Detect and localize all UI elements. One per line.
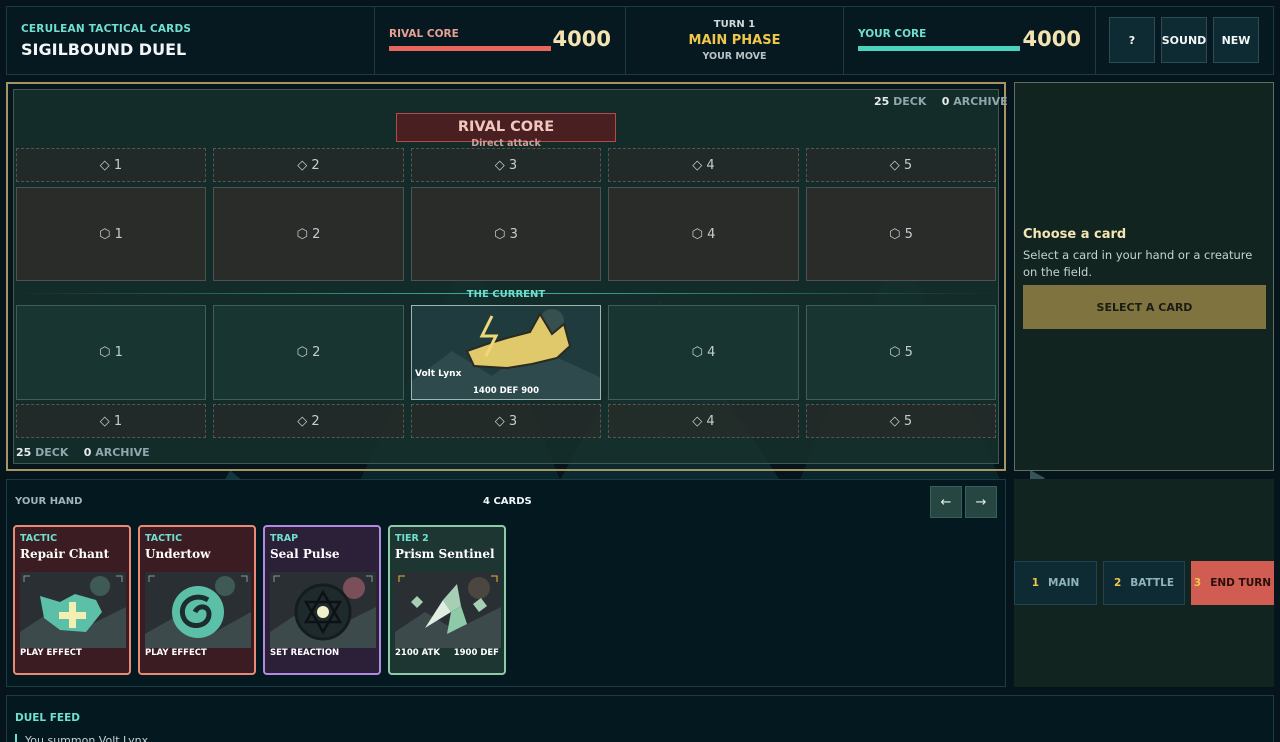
rival-creature-slot[interactable]: ⬡ 5 xyxy=(806,187,996,281)
rival-core-value: 4000 xyxy=(552,27,611,51)
turn-number: TURN 1 xyxy=(713,19,756,30)
top-bar: CERULEAN TACTICAL CARDS SIGILBOUND DUEL … xyxy=(6,6,1274,75)
your-core-meter: YOUR CORE 4000 xyxy=(844,7,1096,74)
creature-name: Volt Lynx xyxy=(415,369,462,379)
rival-archive-label: ARCHIVE xyxy=(953,95,1008,108)
creature-stats: 1400 DEF 900 xyxy=(473,386,539,396)
current-label: THE CURRENT xyxy=(466,289,546,300)
rival-deck-info: 25 DECK 0 ARCHIVE xyxy=(874,95,1008,108)
card-name: Prism Sentinel xyxy=(395,547,495,561)
player-archive-count: 0 xyxy=(83,446,92,459)
rival-deck-label: DECK xyxy=(893,95,927,108)
your-core-value: 4000 xyxy=(1022,27,1081,51)
rival-core-label: RIVAL CORE xyxy=(389,28,459,40)
player-support-slot[interactable]: ◇ 5 xyxy=(806,404,996,438)
player-deck-info: 25 DECK 0 ARCHIVE xyxy=(16,446,150,459)
swirl-icon xyxy=(145,572,251,648)
hand-label: YOUR HAND xyxy=(15,496,83,507)
player-support-slot[interactable]: ◇ 1 xyxy=(16,404,206,438)
hand-card-seal-pulse[interactable]: TRAP Seal Pulse SET REACTION xyxy=(263,525,381,675)
active-player: YOUR MOVE xyxy=(702,51,767,62)
card-footer: SET REACTION xyxy=(270,648,374,658)
rival-creature-slot[interactable]: ⬡ 4 xyxy=(608,187,799,281)
help-button[interactable]: ? xyxy=(1109,17,1155,63)
player-creature-slot[interactable]: ⬡ 5 xyxy=(806,305,996,400)
hand-card-prism-sentinel[interactable]: TIER 2 Prism Sentinel 2100 ATK 1900 DEF xyxy=(388,525,506,675)
brand-subtitle: CERULEAN TACTICAL CARDS xyxy=(21,23,192,35)
feed-label: DUEL FEED xyxy=(15,712,80,724)
card-type: TACTIC xyxy=(145,533,183,544)
card-type: TACTIC xyxy=(20,533,58,544)
phase-label: END TURN xyxy=(1210,577,1272,589)
phase-battle-button[interactable]: 2 BATTLE xyxy=(1103,561,1185,605)
prism-icon xyxy=(395,572,501,648)
rival-support-slot[interactable]: ◇ 5 xyxy=(806,148,996,182)
player-support-slot[interactable]: ◇ 2 xyxy=(213,404,404,438)
card-type: TIER 2 xyxy=(395,533,429,544)
rival-support-slot[interactable]: ◇ 1 xyxy=(16,148,206,182)
action-help-text: Select a card in your hand or a creature… xyxy=(1023,248,1253,279)
phase-number: 1 xyxy=(1031,577,1040,589)
current-phase: MAIN PHASE xyxy=(688,33,781,48)
rival-creature-slot[interactable]: ⬡ 1 xyxy=(16,187,206,281)
hand-prev-button[interactable]: ← xyxy=(930,486,962,518)
rival-deck-count: 25 xyxy=(874,95,890,108)
hand-count: 4 CARDS xyxy=(483,496,532,507)
player-creature-slot[interactable]: ⬡ 1 xyxy=(16,305,206,400)
rival-core-meter: RIVAL CORE 4000 xyxy=(375,7,626,74)
card-footer-right: 1900 DEF xyxy=(453,648,499,658)
player-support-slot[interactable]: ◇ 4 xyxy=(608,404,799,438)
repair-icon xyxy=(20,572,126,648)
player-support-slot[interactable]: ◇ 3 xyxy=(411,404,601,438)
rival-core-bar xyxy=(389,46,551,51)
hand-card-repair-chant[interactable]: TACTIC Repair Chant PLAY EFFECT xyxy=(13,525,131,675)
card-footer-left: PLAY EFFECT xyxy=(145,648,207,658)
card-footer-left: 2100 ATK xyxy=(395,648,440,658)
player-creature-slot[interactable]: ⬡ 4 xyxy=(608,305,799,400)
sound-button[interactable]: SOUND xyxy=(1161,17,1207,63)
creature-card-volt-lynx[interactable]: Volt Lynx 1400 DEF 900 xyxy=(411,305,601,400)
card-name: Undertow xyxy=(145,547,211,561)
card-footer-left: SET REACTION xyxy=(270,648,340,658)
player-deck-count: 25 xyxy=(16,446,32,459)
end-turn-button[interactable]: 3 END TURN xyxy=(1191,561,1274,605)
feed-entry: You summon Volt Lynx. xyxy=(15,734,152,742)
player-archive-label: ARCHIVE xyxy=(95,446,150,459)
card-footer: PLAY EFFECT xyxy=(145,648,249,658)
duel-feed: DUEL FEED You summon Volt Lynx. xyxy=(6,695,1274,742)
phase-number: 2 xyxy=(1113,577,1122,589)
brand: CERULEAN TACTICAL CARDS SIGILBOUND DUEL xyxy=(7,7,375,74)
player-deck-label: DECK xyxy=(35,446,69,459)
card-footer: PLAY EFFECT xyxy=(20,648,124,658)
rival-creature-slot[interactable]: ⬡ 2 xyxy=(213,187,404,281)
rival-support-slot[interactable]: ◇ 2 xyxy=(213,148,404,182)
hand-card-undertow[interactable]: TACTIC Undertow PLAY EFFECT xyxy=(138,525,256,675)
card-name: Repair Chant xyxy=(20,547,110,561)
hand-panel: YOUR HAND 4 CARDS ← → TACTIC Repair Chan… xyxy=(6,479,1006,687)
phase-number: 3 xyxy=(1193,577,1202,589)
hand-next-button[interactable]: → xyxy=(965,486,997,518)
select-card-button[interactable]: SELECT A CARD xyxy=(1023,285,1266,329)
phase-label: MAIN xyxy=(1048,577,1080,589)
new-game-button[interactable]: NEW xyxy=(1213,17,1259,63)
phase-label: BATTLE xyxy=(1130,577,1175,589)
phase-main-button[interactable]: 1 MAIN xyxy=(1014,561,1097,605)
card-footer: 2100 ATK 1900 DEF xyxy=(395,648,499,658)
action-title: Choose a card xyxy=(1023,227,1127,242)
rival-archive-count: 0 xyxy=(941,95,950,108)
card-name: Seal Pulse xyxy=(270,547,340,561)
your-core-label: YOUR CORE xyxy=(858,28,927,40)
rival-support-slot[interactable]: ◇ 3 xyxy=(411,148,601,182)
hexagram-icon xyxy=(270,572,376,648)
rival-support-slot[interactable]: ◇ 4 xyxy=(608,148,799,182)
turn-indicator: TURN 1 MAIN PHASE YOUR MOVE xyxy=(626,7,844,74)
action-panel: Choose a card Select a card in your hand… xyxy=(1014,82,1274,471)
phase-panel: 1 MAIN 2 BATTLE 3 END TURN xyxy=(1014,479,1274,687)
rival-creature-slot[interactable]: ⬡ 3 xyxy=(411,187,601,281)
card-type: TRAP xyxy=(270,533,299,544)
game-title: SIGILBOUND DUEL xyxy=(21,40,187,59)
player-creature-slot[interactable]: ⬡ 2 xyxy=(213,305,404,400)
card-footer-left: PLAY EFFECT xyxy=(20,648,82,658)
your-core-bar xyxy=(858,46,1020,51)
